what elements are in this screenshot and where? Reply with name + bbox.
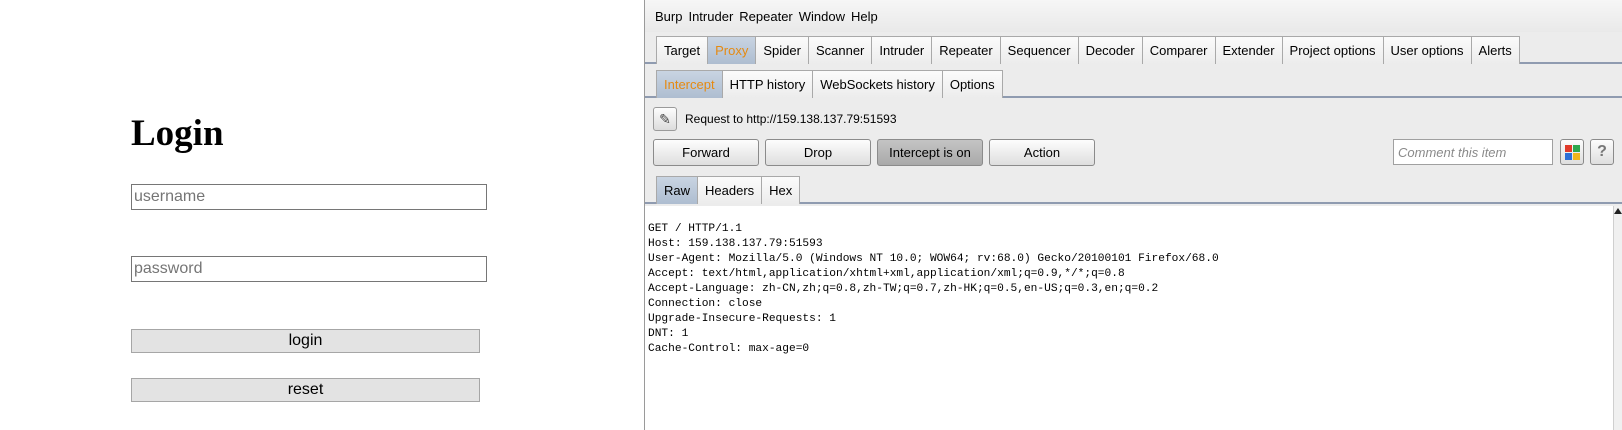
help-icon[interactable]: ?	[1590, 139, 1614, 165]
tab-target[interactable]: Target	[656, 36, 709, 64]
username-input[interactable]	[131, 184, 487, 210]
request-line: Cache-Control: max-age=0	[648, 343, 810, 355]
tab-headers[interactable]: Headers	[697, 176, 763, 204]
tab-options[interactable]: Options	[941, 70, 1003, 98]
forward-button[interactable]: Forward	[653, 139, 759, 166]
intercept-toggle-button[interactable]: Intercept is on	[877, 139, 983, 166]
request-editor[interactable]: GET / HTTP/1.1 Host: 159.138.137.79:51593…	[645, 206, 1622, 430]
login-page: Login login reset	[0, 0, 644, 430]
tab-websockets-history[interactable]: WebSockets history	[812, 70, 943, 98]
login-title: Login	[131, 113, 224, 154]
main-tabs: Target Proxy Spider Scanner Intruder Rep…	[645, 34, 1622, 64]
pencil-icon[interactable]: ✎	[653, 107, 677, 131]
request-line: User-Agent: Mozilla/5.0 (Windows NT 10.0…	[648, 253, 1219, 265]
vertical-scrollbar[interactable]	[1613, 206, 1622, 430]
color-square-blue	[1564, 152, 1572, 160]
menu-bar: Burp Intruder Repeater Window Help	[645, 0, 1622, 32]
request-info: ✎ Request to http://159.138.137.79:51593	[653, 107, 897, 131]
reset-button[interactable]: reset	[131, 378, 480, 402]
color-square-green	[1572, 144, 1580, 152]
menu-intruder[interactable]: Intruder	[688, 9, 733, 24]
tab-comparer[interactable]: Comparer	[1141, 36, 1216, 64]
request-line: Host: 159.138.137.79:51593	[648, 238, 823, 250]
tab-hex[interactable]: Hex	[761, 176, 801, 204]
request-line: GET / HTTP/1.1	[648, 223, 742, 235]
request-target: Request to http://159.138.137.79:51593	[685, 112, 897, 126]
tab-raw[interactable]: Raw	[656, 176, 699, 204]
tab-intruder[interactable]: Intruder	[871, 36, 933, 64]
login-button[interactable]: login	[131, 329, 480, 353]
tab-repeater[interactable]: Repeater	[931, 36, 1001, 64]
request-line: Connection: close	[648, 298, 763, 310]
action-button[interactable]: Action	[989, 139, 1095, 166]
message-view-tabs: Raw Headers Hex	[645, 174, 1622, 204]
scroll-up-icon[interactable]	[1614, 208, 1622, 214]
menu-repeater[interactable]: Repeater	[739, 9, 792, 24]
highlight-color-button[interactable]	[1560, 139, 1584, 165]
tab-proxy[interactable]: Proxy	[707, 36, 757, 64]
password-input[interactable]	[131, 256, 487, 282]
comment-input[interactable]	[1393, 139, 1553, 165]
color-square-red	[1564, 144, 1572, 152]
menu-burp[interactable]: Burp	[655, 9, 682, 24]
tab-alerts[interactable]: Alerts	[1470, 36, 1520, 64]
menu-window[interactable]: Window	[799, 9, 845, 24]
burp-window: Burp Intruder Repeater Window Help Targe…	[644, 0, 1622, 430]
request-line: DNT: 1	[648, 328, 689, 340]
request-line: Accept: text/html,application/xhtml+xml,…	[648, 268, 1125, 280]
tab-decoder[interactable]: Decoder	[1077, 36, 1143, 64]
request-text[interactable]: GET / HTTP/1.1 Host: 159.138.137.79:51593…	[648, 207, 1219, 357]
request-line: Upgrade-Insecure-Requests: 1	[648, 313, 836, 325]
tab-http-history[interactable]: HTTP history	[721, 70, 814, 98]
tab-user-options[interactable]: User options	[1382, 36, 1472, 64]
tab-extender[interactable]: Extender	[1214, 36, 1283, 64]
menu-help[interactable]: Help	[851, 9, 878, 24]
drop-button[interactable]: Drop	[765, 139, 871, 166]
request-line: Accept-Language: zh-CN,zh;q=0.8,zh-TW;q=…	[648, 283, 1159, 295]
tab-scanner[interactable]: Scanner	[807, 36, 873, 64]
color-square-yellow	[1572, 152, 1580, 160]
proxy-subtabs: Intercept HTTP history WebSockets histor…	[645, 68, 1622, 98]
tab-spider[interactable]: Spider	[755, 36, 809, 64]
tab-intercept[interactable]: Intercept	[656, 70, 723, 98]
tab-project-options[interactable]: Project options	[1281, 36, 1384, 64]
tab-sequencer[interactable]: Sequencer	[999, 36, 1079, 64]
